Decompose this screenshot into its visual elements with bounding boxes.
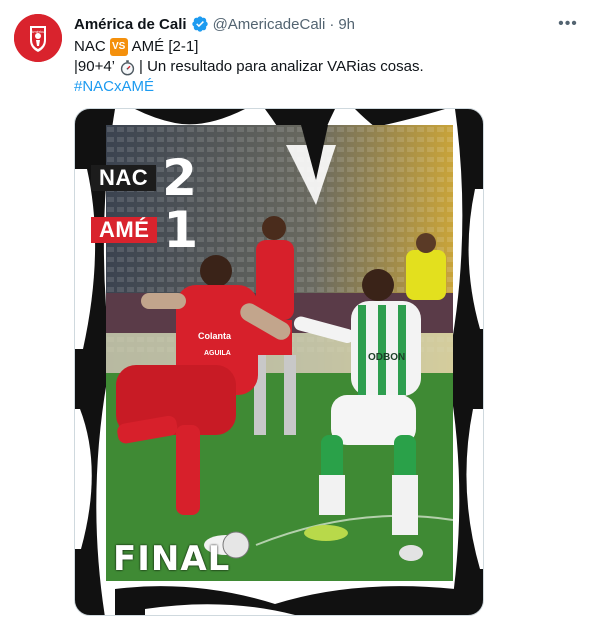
jersey-sponsor-green: ODBON [368,352,405,363]
tweet-line2-left: |90+4’ [74,58,116,75]
tweet-line-2: |90+4’ | Un resultado para analizar VARi… [74,57,574,77]
more-options-icon[interactable]: ••• [558,14,578,34]
match-status-final: FINAL [113,539,231,579]
avatar[interactable]: América [14,14,62,62]
home-score-row: NAC 2 [91,153,197,203]
tweet-header: América de Cali @AmericadeCali · 9h [74,14,355,34]
account-name[interactable]: América de Cali [74,16,187,33]
tweet[interactable]: América América de Cali @AmericadeCali ·… [0,0,600,617]
verified-badge-icon [191,15,209,33]
account-handle[interactable]: @AmericadeCali [213,16,326,33]
jersey-sponsor-red2: AGUILA [204,350,231,357]
club-crest-icon: América [14,14,62,62]
timestamp[interactable]: 9h [338,16,355,33]
tweet-line-1: NAC VS AMÉ [2-1] [74,37,574,57]
separator-dot: · [329,15,335,33]
home-team-label: NAC [91,165,157,191]
tweet-line2-right: | Un resultado para analizar VARias cosa… [139,58,424,75]
tweet-line1-left: NAC [74,38,106,55]
stopwatch-emoji-icon [119,59,136,76]
tweet-media-image[interactable]: Colanta AGUILA ODBON NAC 2 AMÉ 1 FINAL [74,108,484,616]
tweet-text: NAC VS AMÉ [2-1] |90+4’ | Un resultado p… [74,37,574,97]
vs-emoji-icon: VS [109,38,128,56]
away-score-row: AMÉ 1 [91,205,198,255]
tweet-line1-right: AMÉ [2-1] [131,38,199,55]
away-team-label: AMÉ [91,217,158,243]
home-score: 2 [162,149,197,207]
avatar-text: América [31,29,46,34]
jersey-sponsor-red: Colanta [198,331,232,341]
away-score: 1 [163,201,199,259]
tweet-line-3: #NACxAMÉ [74,77,574,97]
hashtag-link[interactable]: #NACxAMÉ [74,77,154,97]
